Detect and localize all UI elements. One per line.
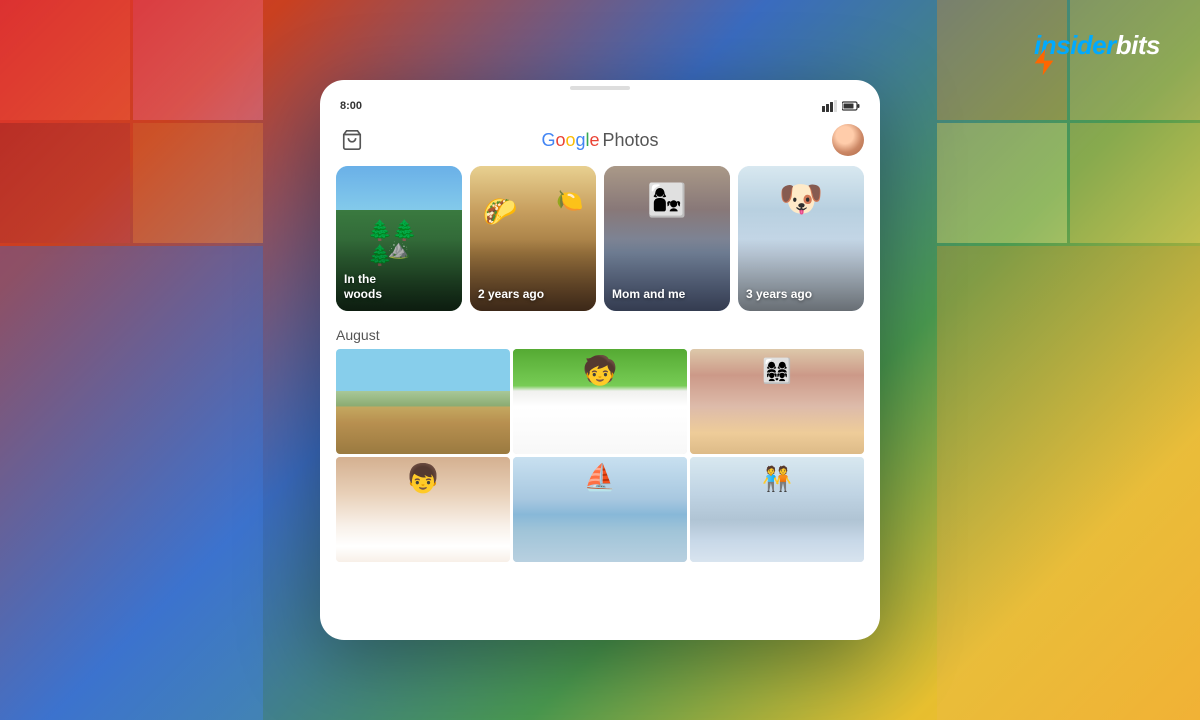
user-avatar[interactable] [832, 124, 864, 156]
notch-bar [320, 80, 880, 92]
memory-label-dog: 3 years ago [746, 287, 812, 303]
bg-photo-8 [1070, 123, 1200, 243]
photo-child[interactable]: 👦 [336, 457, 510, 562]
photo-grid-row1: 🧒 👩‍👩‍👧‍👧 [336, 349, 864, 454]
photo-beach[interactable] [336, 349, 510, 454]
photo-sailboat[interactable]: ⛵ [513, 457, 687, 562]
time-display: 8:00 [340, 100, 362, 112]
photo-grid-row2: 👦 ⛵ 🧑‍🤝‍🧑 [336, 457, 864, 562]
device-frame: 8:00 Google [320, 80, 880, 640]
bg-photo-10 [937, 246, 1200, 720]
scroll-content[interactable]: ⛰️ In the woods 🌮 🍋 2 years ago [320, 166, 880, 640]
memory-card-dog[interactable]: 🐶 3 years ago [738, 166, 864, 311]
memory-card-food[interactable]: 🌮 🍋 2 years ago [470, 166, 596, 311]
photo-group[interactable]: 👩‍👩‍👧‍👧 [690, 349, 864, 454]
shopping-bag-icon[interactable] [336, 124, 368, 156]
bg-photo-3 [0, 123, 130, 243]
section-heading-august: August [336, 327, 864, 343]
photo-people-crowd[interactable]: 🧑‍🤝‍🧑 [690, 457, 864, 562]
bg-photo-2 [133, 0, 263, 120]
august-section: August 🧒 [336, 327, 864, 562]
photo-boy[interactable]: 🧒 [513, 349, 687, 454]
bg-photo-4 [133, 123, 263, 243]
battery-icon [842, 100, 860, 112]
status-icons [822, 100, 860, 112]
bg-photo-1 [0, 0, 130, 120]
insiderbits-logo: insiderbits [1028, 30, 1160, 61]
status-bar: 8:00 [320, 92, 880, 116]
memory-label-woods: In the woods [344, 272, 382, 303]
bg-photo-7 [937, 123, 1067, 243]
google-text: Google [541, 130, 599, 151]
memories-row: ⛰️ In the woods 🌮 🍋 2 years ago [336, 166, 864, 311]
google-photos-logo: Google Photos [541, 130, 658, 151]
memory-label-mom: Mom and me [612, 287, 685, 303]
memory-card-woods[interactable]: ⛰️ In the woods [336, 166, 462, 311]
app-header: Google Photos [320, 116, 880, 166]
notch [570, 86, 630, 90]
photos-label: Photos [603, 130, 659, 151]
memory-card-mom[interactable]: 👩‍👧 Mom and me [604, 166, 730, 311]
memory-label-food: 2 years ago [478, 287, 544, 303]
avatar-image [832, 124, 864, 156]
bg-photo-9 [0, 246, 263, 720]
signal-icon [822, 100, 838, 112]
